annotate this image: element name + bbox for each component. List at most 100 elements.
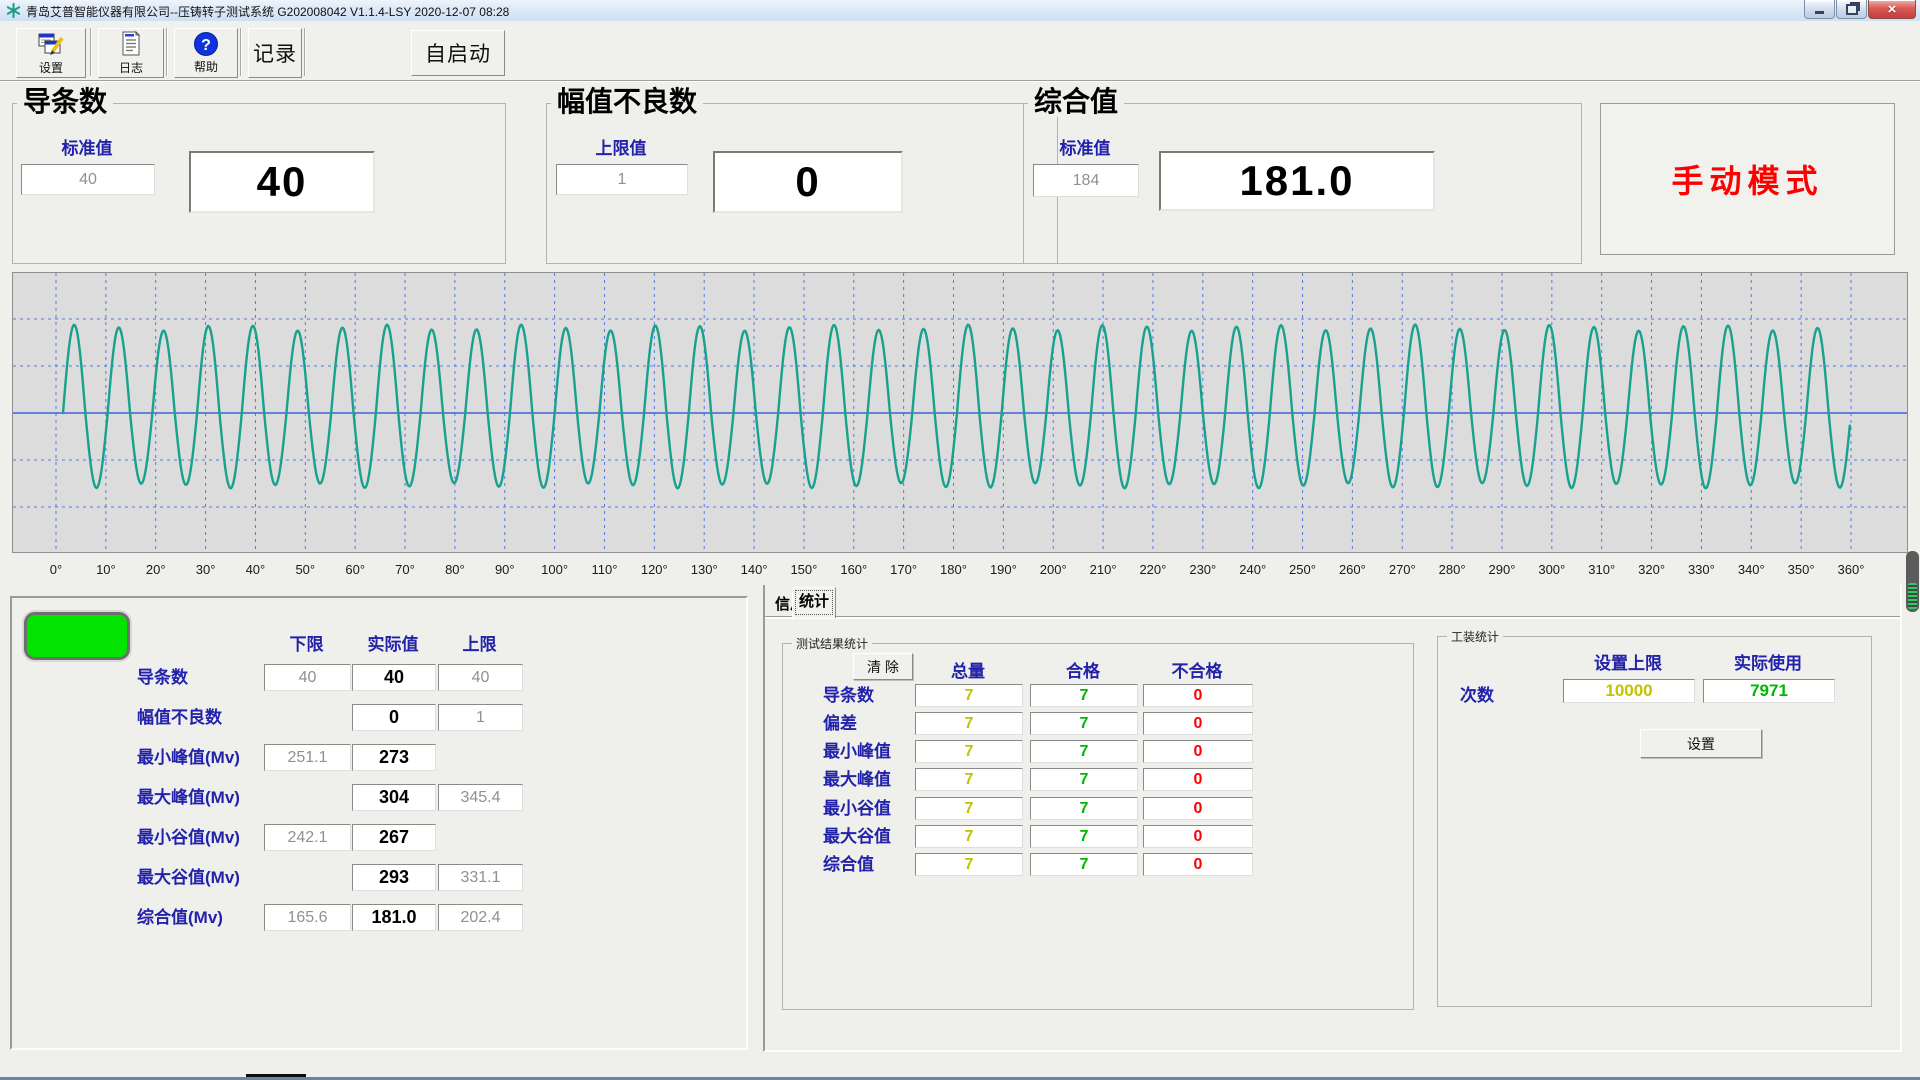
- svg-text:140°: 140°: [741, 562, 768, 577]
- log-label: 日志: [119, 59, 143, 76]
- lower-limit-value: 251.1: [264, 744, 351, 771]
- stats-row-label: 导条数: [823, 684, 874, 708]
- result-row: 最大峰值(Mv) 304 345.4: [12, 784, 746, 811]
- minimize-icon: [1815, 11, 1824, 14]
- stats-row-label: 最小谷值: [823, 797, 891, 821]
- title-bar[interactable]: 青岛艾普智能仪器有限公司--压铸转子测试系统 G202008042 V1.1.4…: [0, 0, 1920, 22]
- composite-title: 综合值: [1028, 87, 1124, 117]
- svg-text:0°: 0°: [50, 562, 62, 577]
- pass-count: 7: [1030, 768, 1138, 791]
- stats-rows: 导条数 7 7 0 偏差 7 7 0 最小峰值 7: [783, 684, 1413, 881]
- svg-text:60°: 60°: [345, 562, 365, 577]
- restore-button[interactable]: [1836, 0, 1867, 19]
- svg-text:100°: 100°: [541, 562, 568, 577]
- total-count: 7: [915, 797, 1023, 820]
- upper-limit-value: 1: [438, 704, 523, 731]
- svg-text:260°: 260°: [1339, 562, 1366, 577]
- svg-text:210°: 210°: [1090, 562, 1117, 577]
- level-indicator[interactable]: [1906, 551, 1919, 612]
- svg-text:230°: 230°: [1189, 562, 1216, 577]
- minimize-button[interactable]: [1804, 0, 1835, 19]
- fixture-set-button[interactable]: 设置: [1640, 729, 1762, 758]
- amp-defect-value: 0: [713, 151, 903, 213]
- stats-row: 综合值 7 7 0: [783, 853, 1413, 877]
- svg-text:310°: 310°: [1588, 562, 1615, 577]
- result-row: 最小峰值(Mv) 251.1 273: [12, 744, 746, 771]
- fail-count: 0: [1143, 768, 1253, 791]
- bar-count-ref-input[interactable]: 40: [21, 164, 155, 195]
- stats-row-label: 偏差: [823, 712, 857, 736]
- waveform-chart: 0°10°20°30°40°50°60°70°80°90°100°110°120…: [12, 272, 1908, 580]
- status-lamp: [24, 612, 130, 660]
- set-limit-input[interactable]: 10000: [1563, 679, 1695, 703]
- amp-defect-title: 幅值不良数: [551, 87, 703, 117]
- result-row-label: 最大峰值(Mv): [137, 784, 240, 811]
- svg-text:360°: 360°: [1838, 562, 1865, 577]
- composite-ref-input[interactable]: 184: [1033, 164, 1139, 197]
- upper-limit-value: 345.4: [438, 784, 523, 811]
- toolbar-divider: [166, 28, 168, 76]
- result-row-label: 综合值(Mv): [137, 904, 223, 931]
- amp-defect-ref-label: 上限值: [556, 134, 686, 159]
- result-row-label: 导条数: [137, 664, 188, 691]
- close-button[interactable]: ×: [1868, 0, 1916, 19]
- stats-row: 最大峰值 7 7 0: [783, 768, 1413, 792]
- actual-value: 267: [352, 824, 436, 851]
- pass-count: 7: [1030, 684, 1138, 707]
- upper-limit-value: 40: [438, 664, 523, 691]
- svg-text:320°: 320°: [1638, 562, 1665, 577]
- result-row-label: 幅值不良数: [137, 704, 222, 731]
- svg-text:130°: 130°: [691, 562, 718, 577]
- fail-count: 0: [1143, 684, 1253, 707]
- total-count: 7: [915, 712, 1023, 735]
- pass-count: 7: [1030, 712, 1138, 735]
- composite-value: 181.0: [1159, 151, 1435, 211]
- col-header-total: 总量: [915, 657, 1021, 682]
- amp-defect-ref-input[interactable]: 1: [556, 164, 688, 195]
- col-header-fail: 不合格: [1143, 657, 1251, 682]
- svg-text:50°: 50°: [295, 562, 315, 577]
- autostart-button[interactable]: 自启动: [411, 30, 505, 76]
- toolbar-divider: [304, 28, 306, 76]
- actual-value: 273: [352, 744, 436, 771]
- stats-row: 最小峰值 7 7 0: [783, 740, 1413, 764]
- pass-count: 7: [1030, 825, 1138, 848]
- upper-limit-value: 202.4: [438, 904, 523, 931]
- record-button[interactable]: 记录: [248, 28, 302, 78]
- total-count: 7: [915, 853, 1023, 876]
- svg-text:30°: 30°: [196, 562, 216, 577]
- col-header-actual: 实际值: [352, 630, 434, 655]
- col-header-upper: 上限: [438, 630, 521, 655]
- actual-value: 304: [352, 784, 436, 811]
- composite-ref-label: 标准值: [1033, 134, 1137, 159]
- pass-count: 7: [1030, 853, 1138, 876]
- test-stats-title: 测试结果统计: [792, 635, 872, 652]
- svg-text:340°: 340°: [1738, 562, 1765, 577]
- info-stats-panel: 信息 统计 测试结果统计 清 除 总量 合格 不合格 导条数 7 7 0: [763, 585, 1902, 1052]
- upper-limit-value: 331.1: [438, 864, 523, 891]
- svg-text:120°: 120°: [641, 562, 668, 577]
- col-header-actual-used: 实际使用: [1703, 649, 1833, 674]
- settings-button[interactable]: 设置: [16, 28, 86, 78]
- svg-text:300°: 300°: [1538, 562, 1565, 577]
- clear-button[interactable]: 清 除: [853, 653, 913, 680]
- stats-row: 最大谷值 7 7 0: [783, 825, 1413, 849]
- svg-text:70°: 70°: [395, 562, 415, 577]
- toolbar: 设置 日志 ? 帮助 记录 自启动: [0, 21, 1920, 81]
- tab-stats[interactable]: 统计: [792, 587, 836, 618]
- total-count: 7: [915, 768, 1023, 791]
- svg-text:250°: 250°: [1289, 562, 1316, 577]
- svg-text:10°: 10°: [96, 562, 116, 577]
- log-button[interactable]: 日志: [98, 28, 164, 78]
- help-button[interactable]: ? 帮助: [174, 28, 238, 78]
- result-row: 导条数 40 40 40: [12, 664, 746, 691]
- actual-value: 40: [352, 664, 436, 691]
- mode-label: 手动模式: [1671, 156, 1823, 202]
- total-count: 7: [915, 825, 1023, 848]
- actual-value: 293: [352, 864, 436, 891]
- stats-row: 导条数 7 7 0: [783, 684, 1413, 708]
- mode-panel: 手动模式: [1600, 103, 1895, 255]
- svg-text:190°: 190°: [990, 562, 1017, 577]
- svg-text:90°: 90°: [495, 562, 515, 577]
- waveform-svg: 0°10°20°30°40°50°60°70°80°90°100°110°120…: [12, 272, 1908, 580]
